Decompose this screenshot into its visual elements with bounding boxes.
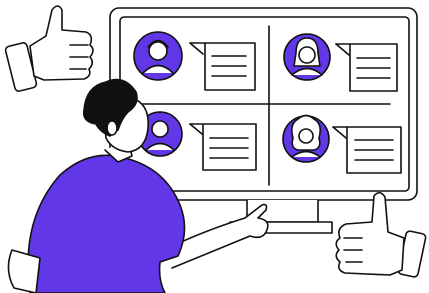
illustration-canvas	[4, 5, 427, 293]
user-avatar-icon	[282, 114, 330, 163]
user-avatar-icon	[133, 31, 183, 81]
shirt	[27, 154, 186, 293]
thumbs-up-icon-right	[335, 191, 427, 278]
user-avatar-icon	[283, 33, 331, 81]
thumbs-up-icon-left	[4, 5, 94, 92]
